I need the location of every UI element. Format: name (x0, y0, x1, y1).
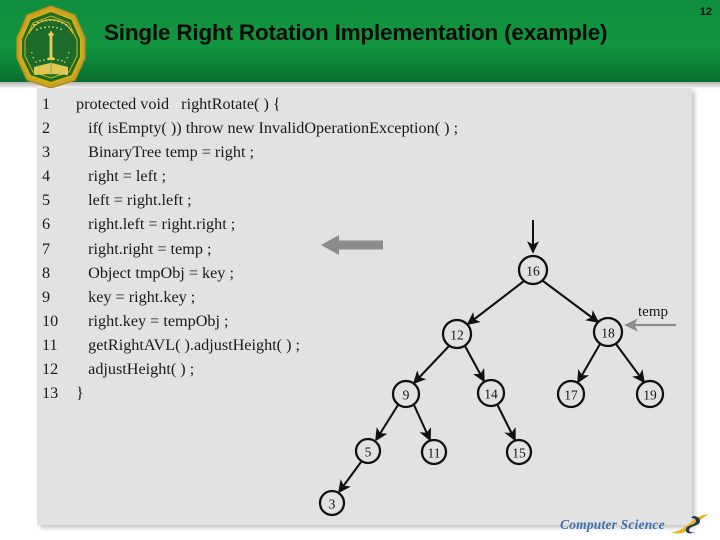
code-line-number: 1 (42, 95, 51, 113)
tree-node-label: 16 (526, 263, 540, 278)
tree-node-label: 15 (512, 445, 526, 460)
code-line-text: Object tmpObj = key ; (76, 263, 234, 282)
code-line-number: 3 (42, 143, 51, 162)
code-line-text: key = right.key ; (76, 287, 196, 306)
code-line-text: getRightAVL( ).adjustHeight( ) ; (76, 335, 301, 354)
code-line: 1 protected void rightRotate( ) { (39, 95, 509, 119)
tree-node-17: 17 (556, 379, 586, 409)
tree-node-label: 17 (564, 387, 578, 402)
code-line-number: 5 (42, 191, 51, 210)
code-line: 5 left = right.left ; (39, 191, 509, 215)
page-title: Single Right Rotation Implementation (ex… (104, 20, 608, 45)
code-listing: 1 protected void rightRotate( ) { 2 if( … (39, 95, 509, 408)
tree-node-label: 19 (643, 387, 657, 402)
tree-node-3: 3 (318, 489, 346, 517)
slide: Single Right Rotation Implementation (ex… (0, 0, 720, 540)
code-line-number: 7 (42, 239, 51, 258)
code-line-number: 9 (42, 287, 51, 306)
swoosh-logo-icon (671, 514, 709, 534)
tree-edge (496, 403, 516, 442)
code-line: 9 key = right.key ; (39, 288, 509, 312)
code-line-text: BinaryTree temp = right ; (76, 143, 255, 162)
tree-node-label: 11 (428, 445, 441, 460)
code-line: 8 Object tmpObj = key ; (39, 264, 509, 288)
code-line: 10 right.key = tempObj ; (39, 312, 509, 336)
tree-edge (413, 404, 432, 442)
tree-node-5: 5 (354, 437, 382, 465)
footer-watermark-label: Computer Science (560, 517, 665, 532)
code-line-text: right.right = temp ; (76, 239, 212, 258)
tree-edge (338, 461, 362, 494)
code-line-text: if( isEmpty( )) throw new InvalidOperati… (76, 119, 459, 138)
tree-node-label: 5 (365, 444, 372, 459)
code-line: 2 if( isEmpty( )) throw new InvalidOpera… (39, 119, 509, 143)
tree-edge (577, 343, 601, 384)
tree-node-18: 18 (592, 316, 624, 348)
tree-edge (542, 280, 600, 324)
tree-node-19: 19 (635, 379, 665, 409)
code-line: 11 getRightAVL( ).adjustHeight( ) ; (39, 336, 509, 360)
code-line-number: 10 (42, 311, 59, 330)
code-line-text: left = right.left ; (76, 191, 192, 210)
tree-node-label: 3 (329, 496, 336, 511)
code-line-number: 8 (42, 263, 51, 282)
code-line-number: 2 (42, 119, 51, 138)
footer-watermark: Computer Science (560, 512, 710, 538)
code-line-text: right.left = right.right ; (76, 215, 236, 234)
code-line-text: } (76, 384, 84, 403)
line-3-pointer-arrow-icon (321, 235, 383, 255)
university-emblem-icon (16, 5, 86, 89)
code-line-number: 11 (42, 335, 58, 354)
code-line: 13 } (39, 384, 509, 408)
code-line: 3 BinaryTree temp = right ; (39, 143, 509, 167)
code-line: 4 right = left ; (39, 167, 509, 191)
tree-node-11: 11 (420, 438, 448, 466)
code-line-text: adjustHeight( ) ; (76, 360, 195, 379)
code-line-text: right.key = tempObj ; (76, 311, 229, 330)
temp-pointer: temp (624, 304, 676, 332)
content-panel: 1 protected void rightRotate( ) { 2 if( … (37, 88, 692, 525)
code-line-number: 12 (42, 360, 59, 379)
code-line: 12 adjustHeight( ) ; (39, 360, 509, 384)
tree-node-label: 18 (601, 325, 615, 340)
code-line: 7 right.right = temp ; (39, 240, 509, 264)
code-line: 6 right.left = right.right ; (39, 215, 509, 239)
page-number: 12 (699, 6, 712, 18)
code-line-number: 6 (42, 215, 51, 234)
code-line-number: 4 (42, 167, 51, 186)
code-line-number: 13 (42, 384, 59, 403)
code-line-text: right = left ; (76, 167, 167, 186)
tree-node-15: 15 (505, 438, 533, 466)
tree-node-16: 16 (517, 254, 549, 286)
tree-edge (375, 404, 399, 442)
tree-edge (615, 343, 645, 384)
code-line-text: protected void rightRotate( ) { (76, 95, 281, 113)
temp-pointer-label: temp (638, 304, 668, 320)
